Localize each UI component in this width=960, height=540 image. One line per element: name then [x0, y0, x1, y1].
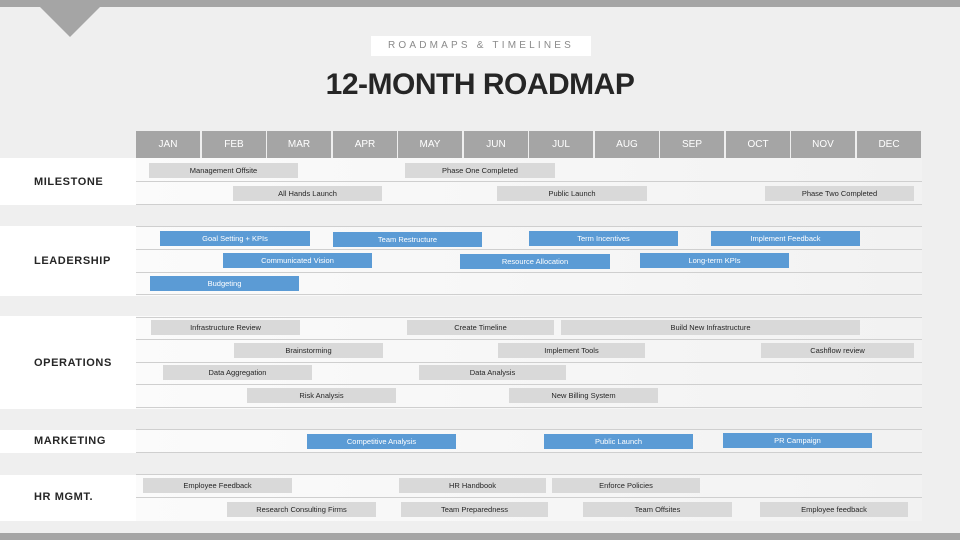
- month-feb: FEB: [202, 131, 266, 158]
- section-label: HR MGMT.: [34, 491, 94, 503]
- timeline-bar[interactable]: Term Incentives: [529, 231, 678, 246]
- timeline-bar[interactable]: Goal Setting + KPIs: [160, 231, 310, 246]
- timeline-bar[interactable]: Phase One Completed: [405, 163, 555, 178]
- timeline-bar[interactable]: PR Campaign: [723, 433, 872, 448]
- timeline-bar[interactable]: All Hands Launch: [233, 186, 382, 201]
- row-divider: [136, 362, 922, 363]
- section-label: MILESTONE: [34, 176, 104, 188]
- timeline-bar[interactable]: Team Restructure: [333, 232, 482, 247]
- timeline-bar[interactable]: Implement Tools: [498, 343, 645, 358]
- row-divider: [136, 384, 922, 385]
- month-nov: NOV: [791, 131, 855, 158]
- bottom-accent-bar: [0, 533, 960, 540]
- timeline-bar[interactable]: Long-term KPIs: [640, 253, 789, 268]
- row-divider: [136, 339, 922, 340]
- row-divider: [136, 181, 922, 182]
- row-divider: [136, 452, 922, 453]
- section-label: OPERATIONS: [34, 357, 112, 369]
- page-title: 12-MONTH ROADMAP: [325, 68, 635, 101]
- row-divider: [136, 249, 922, 250]
- timeline-bar[interactable]: Data Analysis: [419, 365, 566, 380]
- timeline-bar[interactable]: Infrastructure Review: [151, 320, 300, 335]
- month-apr: APR: [333, 131, 397, 158]
- header-notch-decoration: [40, 7, 100, 37]
- top-accent-bar: [0, 0, 960, 7]
- timeline-bar[interactable]: Budgeting: [150, 276, 299, 291]
- timeline-bar[interactable]: Competitive Analysis: [307, 434, 456, 449]
- month-aug: AUG: [595, 131, 659, 158]
- section-label: MARKETING: [34, 435, 107, 447]
- month-may: MAY: [398, 131, 462, 158]
- timeline-bar[interactable]: HR Handbook: [399, 478, 546, 493]
- month-oct: OCT: [726, 131, 790, 158]
- timeline-bar[interactable]: Public Launch: [497, 186, 647, 201]
- section-label: LEADERSHIP: [34, 255, 111, 267]
- row-divider: [136, 294, 922, 295]
- timeline-bar[interactable]: Team Offsites: [583, 502, 732, 517]
- timeline-bar[interactable]: Build New Infrastructure: [561, 320, 860, 335]
- timeline-bar[interactable]: Enforce Policies: [552, 478, 700, 493]
- timeline-bar[interactable]: Employee feedback: [760, 502, 908, 517]
- timeline-bar[interactable]: Brainstorming: [234, 343, 383, 358]
- row-divider: [136, 272, 922, 273]
- month-jun: JUN: [464, 131, 528, 158]
- timeline-bar[interactable]: Public Launch: [544, 434, 693, 449]
- row-divider: [136, 204, 922, 205]
- row-divider: [136, 474, 922, 475]
- timeline-bar[interactable]: Research Consulting Firms: [227, 502, 376, 517]
- row-divider: [136, 497, 922, 498]
- row-divider: [136, 226, 922, 227]
- timeline-bar[interactable]: Risk Analysis: [247, 388, 396, 403]
- month-jan: JAN: [136, 131, 200, 158]
- timeline-bar[interactable]: Create Timeline: [407, 320, 554, 335]
- month-jul: JUL: [529, 131, 593, 158]
- month-sep: SEP: [660, 131, 724, 158]
- timeline-bar[interactable]: Team Preparedness: [401, 502, 548, 517]
- timeline-bar[interactable]: Data Aggregation: [163, 365, 312, 380]
- timeline-bar[interactable]: Cashflow review: [761, 343, 914, 358]
- timeline-bar[interactable]: Communicated Vision: [223, 253, 372, 268]
- timeline-bar[interactable]: Management Offsite: [149, 163, 298, 178]
- timeline-bar[interactable]: New Billing System: [509, 388, 658, 403]
- timeline-bar[interactable]: Resource Allocation: [460, 254, 610, 269]
- row-divider: [136, 317, 922, 318]
- timeline-bar[interactable]: Phase Two Completed: [765, 186, 914, 201]
- timeline-bar[interactable]: Implement Feedback: [711, 231, 860, 246]
- month-dec: DEC: [857, 131, 921, 158]
- row-divider: [136, 429, 922, 430]
- month-mar: MAR: [267, 131, 331, 158]
- row-divider: [136, 407, 922, 408]
- slide-kicker: ROADMAPS & TIMELINES: [371, 36, 591, 56]
- timeline-bar[interactable]: Employee Feedback: [143, 478, 292, 493]
